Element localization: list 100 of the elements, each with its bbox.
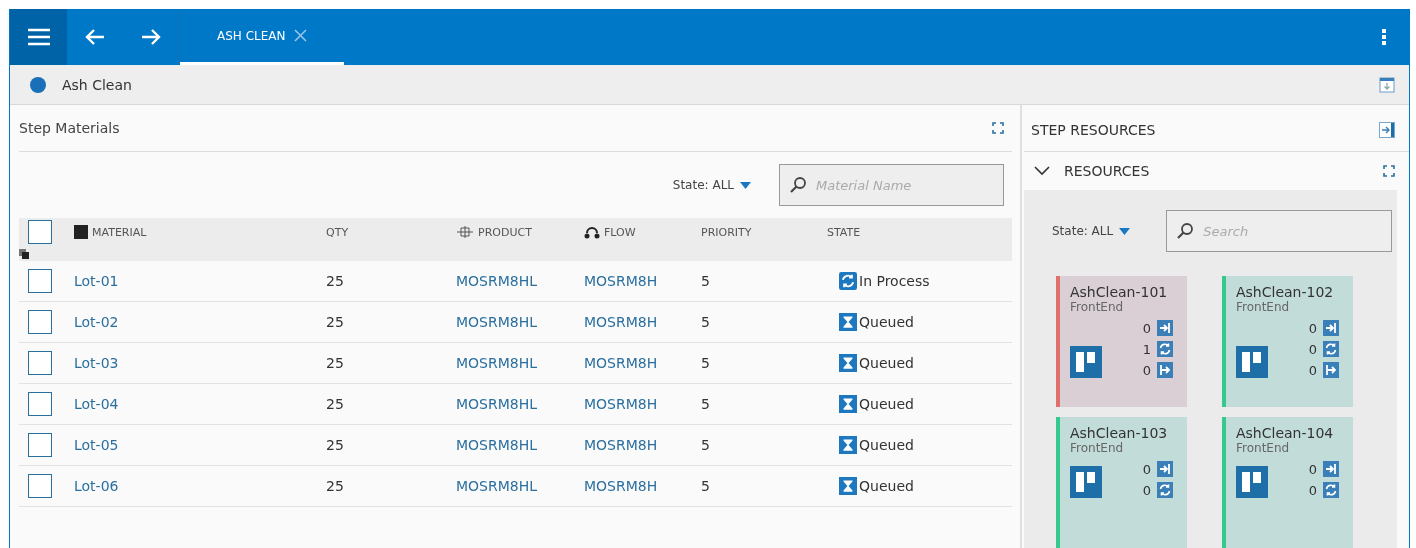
section-header[interactable]: RESOURCES (1024, 151, 1409, 190)
board-icon (1236, 466, 1268, 498)
refresh-icon (1157, 341, 1173, 357)
arrow-right-icon (140, 27, 162, 47)
state-label: Queued (859, 314, 914, 330)
column-header: FLOW (584, 225, 701, 240)
refresh-icon (1323, 341, 1339, 357)
state-label: In Process (859, 273, 930, 289)
kebab-icon (1381, 29, 1387, 45)
state-label: Queued (859, 355, 914, 371)
enter-icon (1157, 320, 1173, 336)
resource-name: AshClean-104 (1236, 425, 1335, 441)
product-link[interactable]: MOSRM8HL (456, 355, 538, 371)
material-link[interactable]: Lot-06 (74, 478, 119, 494)
material-link[interactable]: Lot-02 (74, 314, 119, 330)
table-cell-text: 5 (701, 314, 711, 330)
resource-name: AshClean-102 (1236, 284, 1335, 300)
copy-icon (19, 248, 29, 259)
counter-value: 0 (1142, 320, 1151, 336)
checkbox[interactable] (28, 392, 52, 416)
counter-value: 1 (1142, 341, 1151, 357)
state-filter[interactable]: State: ALL (1052, 224, 1131, 238)
page-title: Ash Clean (62, 76, 132, 93)
hourglass-icon (839, 354, 857, 372)
board-icon (1070, 466, 1102, 498)
arrow-left-icon (84, 27, 106, 47)
menu-button[interactable] (10, 9, 67, 65)
table-cell-text: 25 (326, 273, 345, 289)
table-cell-text: 5 (701, 437, 711, 453)
flow-link[interactable]: MOSRM8H (584, 396, 658, 412)
flow-link[interactable]: MOSRM8H (584, 478, 658, 494)
state-filter[interactable]: State: ALL (672, 178, 751, 192)
counter-value: 0 (1308, 320, 1317, 336)
download-icon (1379, 76, 1395, 93)
enter-icon (1323, 320, 1339, 336)
product-link[interactable]: MOSRM8HL (456, 273, 538, 289)
hourglass-icon (839, 395, 857, 413)
counter-value: 0 (1308, 482, 1317, 498)
product-icon (456, 226, 474, 239)
table-cell-text: 5 (701, 478, 711, 494)
board-icon (1236, 346, 1268, 378)
resource-card[interactable]: AshClean-101 FrontEnd 0 1 0 (1056, 276, 1187, 407)
search-field[interactable]: Search (1166, 210, 1393, 252)
column-header: PRIORITY (701, 225, 753, 239)
refresh-icon (1157, 482, 1173, 498)
table-cell-text: 25 (326, 314, 345, 330)
product-link[interactable]: MOSRM8HL (456, 437, 538, 453)
exit-icon (1323, 362, 1339, 378)
hourglass-icon (839, 477, 857, 495)
close-icon (293, 29, 307, 42)
checkbox[interactable] (28, 474, 52, 498)
enter-icon (1323, 461, 1339, 477)
checkbox[interactable] (28, 433, 52, 457)
table-cell-text: 5 (701, 355, 711, 371)
expand-icon (1383, 164, 1395, 177)
board-icon (1070, 346, 1102, 378)
counter-value: 0 (1308, 341, 1317, 357)
checkbox[interactable] (28, 310, 52, 334)
search-icon (789, 176, 807, 194)
refresh-icon (1323, 482, 1339, 498)
resource-area: FrontEnd (1236, 300, 1353, 314)
panel-title: Step Materials (19, 120, 120, 136)
table-cell-text: 5 (701, 273, 711, 289)
chevron-down-icon (1034, 165, 1050, 176)
table-cell-text: 5 (701, 396, 711, 412)
checkbox[interactable] (28, 220, 52, 245)
flow-link[interactable]: MOSRM8H (584, 355, 658, 371)
table-cell-text: 25 (326, 478, 345, 494)
counter-value: 0 (1142, 362, 1151, 378)
resource-name: AshClean-103 (1070, 425, 1169, 441)
table-cell-text: 25 (326, 355, 345, 371)
state-label: Queued (859, 437, 914, 453)
resource-card[interactable]: AshClean-102 FrontEnd 0 0 0 (1222, 276, 1353, 407)
flow-link[interactable]: MOSRM8H (584, 437, 658, 453)
material-link[interactable]: Lot-03 (74, 355, 119, 371)
refresh-icon (839, 272, 857, 290)
counter-value: 0 (1308, 461, 1317, 477)
hourglass-icon (839, 313, 857, 331)
product-link[interactable]: MOSRM8HL (456, 396, 538, 412)
checkbox[interactable] (28, 351, 52, 375)
resource-name: AshClean-101 (1070, 284, 1169, 300)
search-field[interactable]: Material Name (779, 164, 1004, 206)
menu-icon (26, 27, 51, 47)
column-header: MATERIAL (74, 225, 326, 240)
checkbox[interactable] (28, 269, 52, 293)
exit-icon (1157, 362, 1173, 378)
resource-card[interactable]: AshClean-103 FrontEnd 0 0 (1056, 417, 1187, 548)
product-link[interactable]: MOSRM8HL (456, 314, 538, 330)
resource-card[interactable]: AshClean-104 FrontEnd 0 0 (1222, 417, 1353, 548)
state-label: Queued (859, 396, 914, 412)
product-link[interactable]: MOSRM8HL (456, 478, 538, 494)
hourglass-icon (839, 436, 857, 454)
material-link[interactable]: Lot-05 (74, 437, 119, 453)
caret-down-icon (740, 181, 751, 189)
flow-link[interactable]: MOSRM8H (584, 273, 658, 289)
column-header: STATE (827, 225, 862, 239)
flow-link[interactable]: MOSRM8H (584, 314, 658, 330)
material-link[interactable]: Lot-04 (74, 396, 119, 412)
table-cell-text: 25 (326, 396, 345, 412)
material-link[interactable]: Lot-01 (74, 273, 119, 289)
